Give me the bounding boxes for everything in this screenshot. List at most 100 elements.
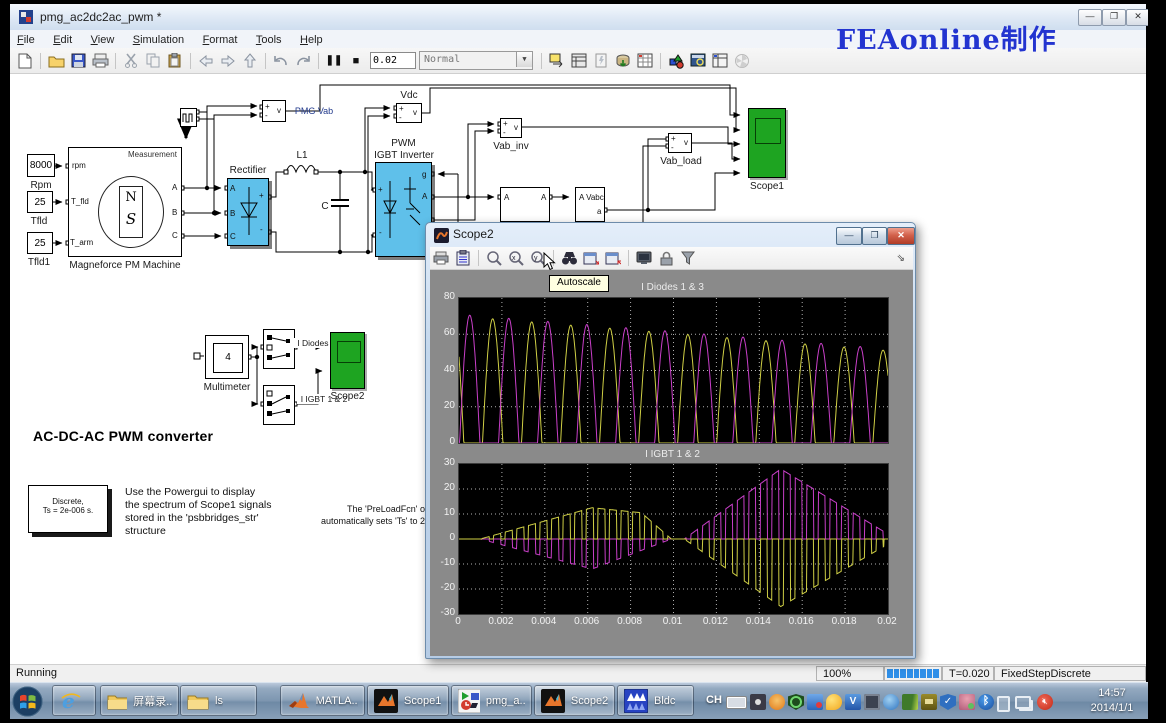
redo-icon[interactable] (293, 51, 313, 71)
floating-scope-icon[interactable] (634, 249, 654, 267)
block-selector1[interactable] (263, 329, 295, 369)
scope-minimize-button[interactable]: — (836, 227, 862, 245)
new-file-icon[interactable] (15, 51, 35, 71)
save-axes-icon[interactable] (581, 249, 601, 267)
model-explorer-icon[interactable] (688, 51, 708, 71)
menu-file[interactable]: File (10, 32, 42, 46)
keyboard-icon[interactable] (726, 696, 747, 709)
sim-mode-select[interactable]: Normal▼ (419, 51, 533, 70)
taskbar-folder2-button[interactable]: ls (180, 685, 257, 716)
undo-icon[interactable] (271, 51, 291, 71)
dock-arrow-icon[interactable]: ⇘ (897, 253, 905, 264)
data-table-icon[interactable] (710, 51, 730, 71)
scope2-window[interactable]: Scope2 — ❐ ✕ x y ⇘ I Diodes 1 & 3 80 60 … (425, 222, 916, 659)
pause-button[interactable]: ❚❚ (324, 51, 344, 71)
blue-v-icon[interactable]: V (845, 694, 861, 710)
menu-tools[interactable]: Tools (249, 32, 289, 46)
start-button[interactable] (12, 686, 43, 717)
bluetooth-icon[interactable]: ᛒ (978, 694, 994, 710)
block-tfld1-constant[interactable]: 25 (27, 232, 53, 254)
copy-icon[interactable] (143, 51, 163, 71)
yellow-moon-icon[interactable] (826, 694, 842, 710)
zoom-icon[interactable] (484, 249, 504, 267)
block-avabc[interactable]: A Vabc a (575, 187, 605, 222)
taskbar-scope2-button[interactable]: Scope2 (534, 685, 615, 716)
simulink-app-icon (18, 9, 34, 25)
scope-close-button[interactable]: ✕ (887, 227, 915, 245)
block-measurement-sink[interactable] (180, 108, 197, 127)
sim-time-field[interactable] (370, 52, 416, 69)
update-diagram-icon[interactable] (591, 51, 611, 71)
block-vab-load-meter[interactable]: +-v (668, 133, 692, 153)
toggle-grid-icon[interactable] (635, 51, 655, 71)
block-tfld-constant[interactable]: 25 (27, 191, 53, 213)
block-vab-inv-meter[interactable]: +-v (500, 118, 522, 138)
block-scope1[interactable] (748, 108, 786, 178)
orange-user-icon[interactable] (769, 694, 785, 710)
taskbar-folder1-button[interactable]: 屏幕录... (100, 685, 179, 716)
block-vdc-meter[interactable]: +-v (396, 103, 422, 123)
print-icon[interactable] (431, 249, 451, 267)
up-icon[interactable] (240, 51, 260, 71)
build-icon[interactable] (613, 51, 633, 71)
plot1-axes[interactable] (458, 297, 889, 444)
green-shield-icon[interactable] (788, 694, 804, 710)
open-icon[interactable] (46, 51, 66, 71)
model-browser-icon[interactable] (569, 51, 589, 71)
save-icon[interactable] (68, 51, 88, 71)
block-scope2[interactable] (330, 332, 365, 389)
menu-simulation[interactable]: Simulation (126, 32, 191, 46)
taskbar-clock[interactable]: 14:57 2014/1/1 (1078, 686, 1146, 716)
taskbar-ie-button[interactable]: e (52, 685, 96, 716)
tray-language[interactable]: CH (706, 694, 722, 706)
zoom-x-icon[interactable]: x (506, 249, 526, 267)
stop-button[interactable]: ■ (346, 51, 366, 71)
signal-selection-icon[interactable] (678, 249, 698, 267)
taskbar-pmg-model-button[interactable]: pmg_a... (451, 685, 532, 716)
forward-icon[interactable] (218, 51, 238, 71)
cut-icon[interactable] (121, 51, 141, 71)
toolbar-separator (40, 53, 41, 69)
block-powergui[interactable]: Discrete, Ts = 2e-006 s. (28, 485, 108, 533)
inverter-port-g: g (422, 170, 426, 179)
pc-manager-icon[interactable] (807, 694, 823, 710)
restore-axes-icon[interactable] (603, 249, 623, 267)
menu-help[interactable]: Help (293, 32, 330, 46)
menu-format[interactable]: Format (196, 32, 245, 46)
parameters-icon[interactable] (453, 249, 473, 267)
menu-edit[interactable]: Edit (46, 32, 79, 46)
block-pmg-vab-meter[interactable]: +-v (262, 100, 286, 122)
back-icon[interactable] (196, 51, 216, 71)
sim-progress-bar (884, 666, 942, 681)
chip-card-icon[interactable] (921, 694, 937, 710)
block-multimeter[interactable]: 4 (205, 335, 249, 379)
blue-orb-icon[interactable] (883, 694, 899, 710)
paste-icon[interactable] (165, 51, 185, 71)
avabc-out: a (597, 207, 601, 216)
menu-view[interactable]: View (84, 32, 122, 46)
display-icon[interactable] (1015, 696, 1031, 709)
volume-muted-icon[interactable]: 🔇︎ (1037, 694, 1053, 710)
simulink-library-icon[interactable] (666, 51, 686, 71)
plot2-xtick: 0.02 (867, 616, 907, 627)
shield-check-icon[interactable]: ✓ (940, 694, 956, 710)
taskbar-scope1-button[interactable]: Scope1 (367, 685, 449, 716)
l1-label: L1 (285, 150, 319, 161)
taskbar-bldc-button[interactable]: Bldc (617, 685, 694, 716)
library-browser-icon[interactable] (547, 51, 567, 71)
block-filter[interactable]: A A (500, 187, 550, 222)
green-card-icon[interactable] (902, 694, 918, 710)
scope-maximize-button[interactable]: ❐ (862, 227, 887, 245)
autoscale-binoculars-icon[interactable] (559, 249, 579, 267)
taskbar-matlab-button[interactable]: MATLA... (280, 685, 365, 716)
battery-icon[interactable] (997, 696, 1010, 712)
print-icon[interactable] (90, 51, 110, 71)
block-rpm-constant[interactable]: 8000 (27, 154, 55, 177)
lock-axes-icon[interactable] (656, 249, 676, 267)
plot2-axes[interactable] (458, 463, 889, 615)
person-status-icon[interactable] (959, 694, 975, 710)
block-selector2[interactable] (263, 385, 295, 425)
dual-window-icon[interactable] (864, 694, 880, 710)
chevron-down-icon[interactable]: ▼ (516, 52, 532, 67)
camera-icon[interactable] (750, 694, 766, 710)
